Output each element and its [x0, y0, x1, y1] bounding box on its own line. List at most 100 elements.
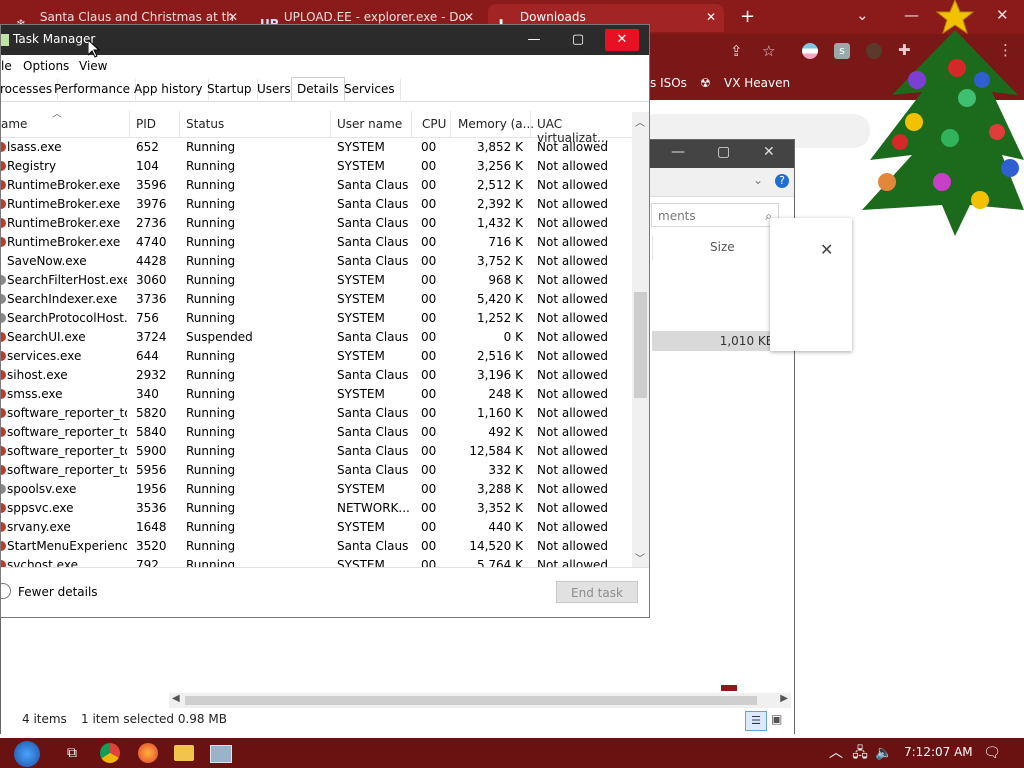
fewer-details-button[interactable]: Fewer details: [18, 585, 98, 599]
table-row[interactable]: svchost.exe 792 Running SYSTEM 00 5,764 K Not …: [1, 556, 631, 567]
table-row[interactable]: RuntimeBroker.exe 2736 Running Santa Claus 0…: [1, 214, 631, 233]
firefox-icon[interactable]: [138, 743, 158, 763]
table-row[interactable]: StartMenuExperienc... 3520 Running Santa Cl…: [1, 537, 631, 556]
maximize-button[interactable]: ▢: [561, 29, 595, 51]
scroll-up-icon[interactable]: ︿: [635, 114, 645, 129]
menu-view[interactable]: View: [79, 59, 107, 73]
chevron-up-icon[interactable]: ︿: [826, 743, 846, 763]
column-memory[interactable]: Memory (a...: [458, 117, 534, 131]
large-icons-view-icon[interactable]: ▣: [771, 712, 782, 726]
table-row[interactable]: Registry 104 Running SYSTEM 00 3,256 K Not all…: [1, 157, 631, 176]
table-row[interactable]: software_reporter_to... 5820 Running Santa …: [1, 404, 631, 423]
bookmark-vx-heaven[interactable]: VX Heaven: [724, 76, 790, 90]
table-row[interactable]: software_reporter_to... 5840 Running Santa …: [1, 423, 631, 442]
browser-tab-label: Santa Claus and Christmas at th: [39, 10, 234, 24]
tab-performance[interactable]: Performance: [49, 79, 137, 100]
notification-center-icon[interactable]: 🗨: [982, 743, 1002, 763]
table-row[interactable]: SaveNow.exe 4428 Running Santa Claus 00 3,752…: [1, 252, 631, 271]
cell-memory: 2,392 K: [476, 197, 523, 211]
cell-user: Santa Claus: [337, 197, 409, 211]
close-button[interactable]: ✕: [605, 29, 639, 51]
scroll-down-icon[interactable]: ﹀: [635, 550, 645, 565]
scroll-left-icon[interactable]: ◀: [172, 693, 180, 704]
table-row[interactable]: spoolsv.exe 1956 Running SYSTEM 00 3,288 K Not…: [1, 480, 631, 499]
cell-name: spoolsv.exe: [7, 482, 77, 496]
end-task-button[interactable]: End task: [556, 581, 638, 603]
table-row[interactable]: smss.exe 340 Running SYSTEM 00 248 K Not allow…: [1, 385, 631, 404]
vertical-scrollbar[interactable]: ︿ ﹀: [632, 112, 649, 567]
table-row[interactable]: sihost.exe 2932 Running Santa Claus 00 3,196 …: [1, 366, 631, 385]
chevron-up-icon[interactable]: [0, 583, 11, 599]
explorer-search-input[interactable]: ments ⌕: [651, 203, 779, 227]
details-view-icon[interactable]: ☰: [745, 711, 767, 731]
column-size[interactable]: Size: [710, 240, 735, 254]
table-row[interactable]: srvany.exe 1648 Running SYSTEM 00 440 K Not al…: [1, 518, 631, 537]
table-row[interactable]: RuntimeBroker.exe 3596 Running Santa Claus 0…: [1, 176, 631, 195]
cell-user: Santa Claus: [337, 406, 409, 420]
extension-flag-icon[interactable]: [802, 43, 818, 59]
extension-s-icon[interactable]: s: [834, 43, 850, 59]
table-row[interactable]: sppsvc.exe 3536 Running NETWORK... 00 3,352 K…: [1, 499, 631, 518]
column-user-name[interactable]: User name: [337, 117, 402, 131]
chevron-down-icon[interactable]: ⌄: [753, 173, 763, 187]
process-icon: [1, 351, 6, 361]
table-row[interactable]: RuntimeBroker.exe 4740 Running Santa Claus 0…: [1, 233, 631, 252]
close-tab-icon[interactable]: ✕: [706, 4, 716, 30]
tab-startup[interactable]: Startup: [202, 79, 258, 100]
table-row[interactable]: SearchIndexer.exe 3736 Running SYSTEM 00 5,42…: [1, 290, 631, 309]
table-row[interactable]: SearchUI.exe 3724 Suspended Santa Claus 00 0 …: [1, 328, 631, 347]
table-row[interactable]: lsass.exe 652 Running SYSTEM 00 3,852 K Not al…: [1, 138, 631, 157]
tab-app-history[interactable]: App history: [129, 79, 209, 100]
tab-services[interactable]: Services: [339, 79, 401, 100]
table-row[interactable]: RuntimeBroker.exe 3976 Running Santa Claus 0…: [1, 195, 631, 214]
menu-options[interactable]: Options: [23, 59, 69, 73]
table-row[interactable]: software_reporter_to... 5900 Running Santa …: [1, 442, 631, 461]
column-pid[interactable]: PID: [136, 117, 156, 131]
cell-pid: 3536: [136, 501, 167, 515]
column-name[interactable]: ame: [1, 117, 27, 131]
column-cpu[interactable]: CPU: [422, 117, 446, 131]
cell-uac: Not allowed: [537, 178, 609, 192]
new-tab-button[interactable]: +: [740, 6, 755, 27]
minimize-icon[interactable]: —: [671, 144, 685, 160]
volume-icon[interactable]: 🔈: [874, 743, 894, 763]
table-row[interactable]: software_reporter_to... 5956 Running Santa …: [1, 461, 631, 480]
file-explorer-icon[interactable]: [174, 745, 194, 761]
cell-user: SYSTEM: [337, 520, 385, 534]
taskbar-clock[interactable]: 7:12:07 AM: [904, 745, 973, 759]
close-icon[interactable]: ✕: [820, 240, 833, 259]
explorer-selected-row[interactable]: 1,010 KB: [652, 331, 780, 351]
share-icon[interactable]: ⇪: [730, 42, 743, 60]
help-icon[interactable]: ?: [775, 174, 789, 188]
minimize-button[interactable]: —: [517, 29, 551, 51]
scrollbar-thumb[interactable]: [634, 292, 647, 398]
close-icon[interactable]: ✕: [763, 144, 775, 160]
table-row[interactable]: SearchProtocolHost.... 756 Running SYSTEM 00…: [1, 309, 631, 328]
bookmark-star-icon[interactable]: ☆: [762, 42, 775, 60]
scrollbar-thumb[interactable]: [185, 696, 757, 705]
cell-name: SearchFilterHost.exe: [7, 273, 127, 287]
task-manager-taskbar-icon[interactable]: [210, 745, 232, 763]
table-row[interactable]: SearchFilterHost.exe 3060 Running SYSTEM 00 9…: [1, 271, 631, 290]
horizontal-scrollbar[interactable]: ◀ ▶: [169, 693, 791, 708]
tab-details[interactable]: Details: [291, 77, 345, 101]
table-row[interactable]: services.exe 644 Running SYSTEM 00 2,516 K Not…: [1, 347, 631, 366]
task-view-icon[interactable]: ⧉: [62, 743, 82, 763]
process-icon: [1, 218, 6, 228]
menu-file[interactable]: le: [1, 59, 12, 73]
start-button[interactable]: [14, 741, 40, 767]
tab-strip: rocesses Performance App history Startup…: [0, 77, 649, 102]
tab-users[interactable]: Users: [252, 79, 297, 100]
bookmark-isos[interactable]: s ISOs: [650, 76, 687, 90]
network-icon[interactable]: 🖧: [850, 743, 870, 763]
cell-cpu: 00: [421, 425, 437, 439]
cell-pid: 5820: [136, 406, 167, 420]
cell-uac: Not allowed: [537, 216, 609, 230]
column-status[interactable]: Status: [186, 117, 224, 131]
process-icon: [1, 332, 6, 342]
scroll-right-icon[interactable]: ▶: [780, 693, 788, 704]
chrome-icon[interactable]: [100, 743, 120, 763]
cell-uac: Not allowed: [537, 235, 609, 249]
maximize-icon[interactable]: ▢: [717, 144, 730, 160]
process-icon: [1, 199, 6, 209]
